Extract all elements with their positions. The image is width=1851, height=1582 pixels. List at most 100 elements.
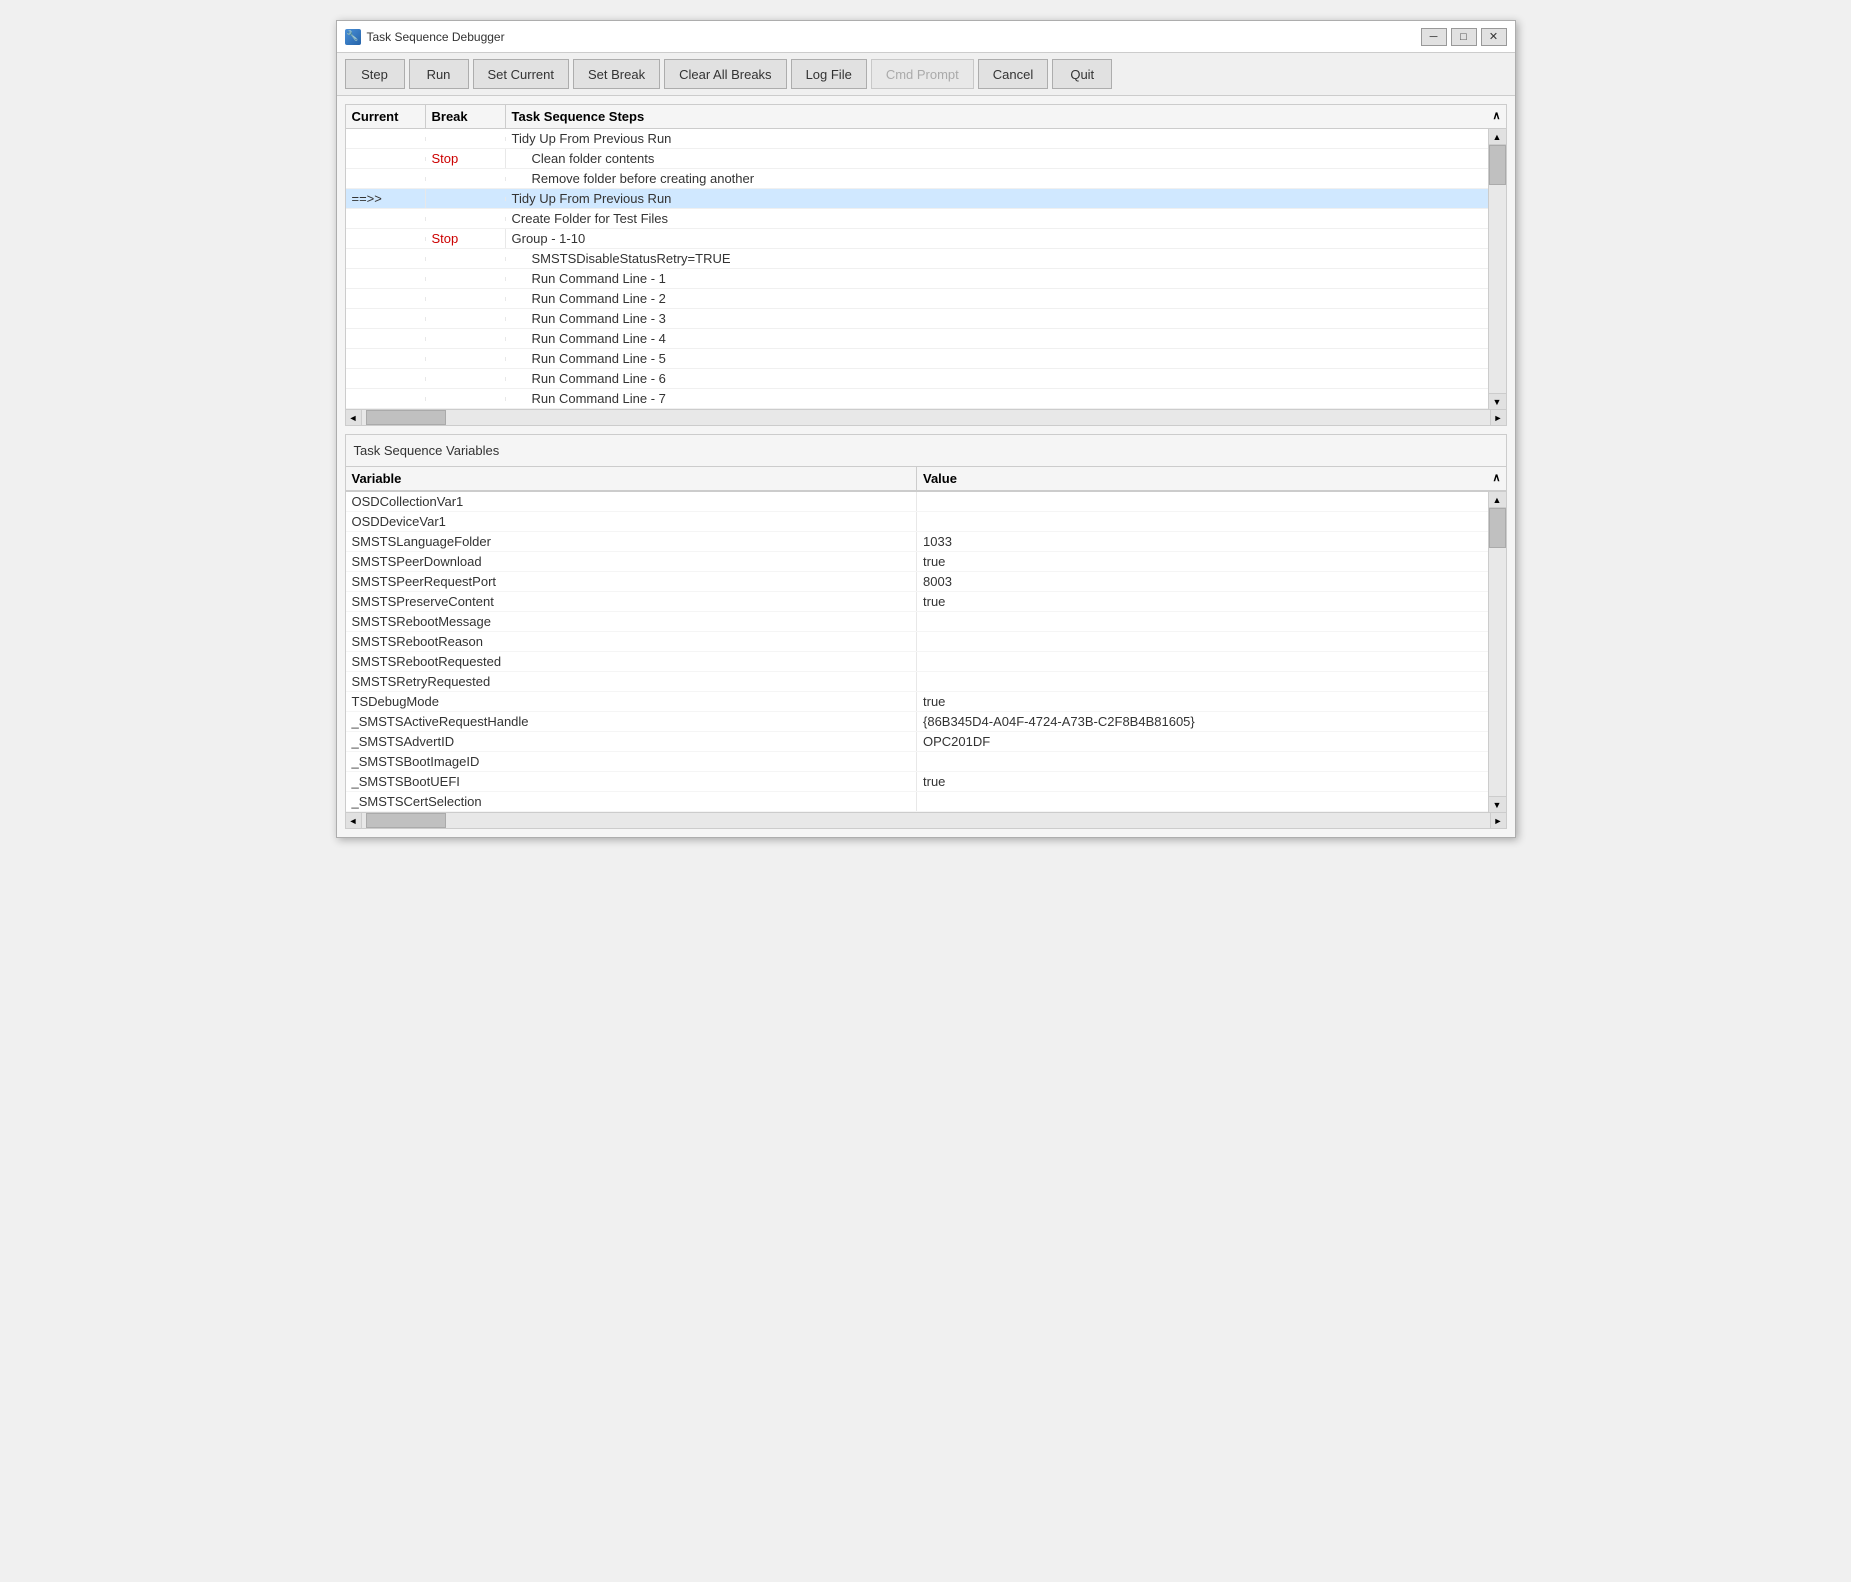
log-file-button[interactable]: Log File: [791, 59, 867, 89]
var-hscroll-thumb[interactable]: [366, 813, 446, 828]
clear-all-breaks-button[interactable]: Clear All Breaks: [664, 59, 786, 89]
row-step-label: Group - 1-10: [506, 229, 1488, 248]
set-current-button[interactable]: Set Current: [473, 59, 569, 89]
sequence-table-row[interactable]: Run Command Line - 3: [346, 309, 1488, 329]
quit-button[interactable]: Quit: [1052, 59, 1112, 89]
variable-table-row[interactable]: _SMSTSBootUEFItrue: [346, 772, 1488, 792]
variable-table-row[interactable]: SMSTSPeerRequestPort8003: [346, 572, 1488, 592]
col-header-current: Current: [346, 105, 426, 128]
variable-table-row[interactable]: SMSTSRebootMessage: [346, 612, 1488, 632]
seq-hscroll-left-button[interactable]: ◄: [346, 410, 362, 425]
variable-table-row[interactable]: SMSTSPreserveContenttrue: [346, 592, 1488, 612]
variable-table-row[interactable]: _SMSTSAdvertIDOPC201DF: [346, 732, 1488, 752]
variable-table-row[interactable]: _SMSTSCertSelection: [346, 792, 1488, 812]
cancel-button[interactable]: Cancel: [978, 59, 1048, 89]
row-current-indicator: [346, 237, 426, 241]
var-row-name: SMSTSRebootReason: [346, 632, 918, 651]
sequence-table-row[interactable]: StopClean folder contents: [346, 149, 1488, 169]
row-current-indicator: ==>>: [346, 189, 426, 208]
col-header-steps: Task Sequence Steps: [506, 105, 1488, 128]
var-row-name: _SMSTSAdvertID: [346, 732, 918, 751]
var-hscroll-left-button[interactable]: ◄: [346, 813, 362, 828]
variables-horizontal-scrollbar[interactable]: ◄ ►: [346, 812, 1506, 828]
var-row-value: [917, 492, 1488, 511]
sequence-table-row[interactable]: Run Command Line - 5: [346, 349, 1488, 369]
var-row-value: true: [917, 772, 1488, 791]
row-step-label: Run Command Line - 4: [506, 329, 1488, 348]
sequence-table-row[interactable]: Run Command Line - 6: [346, 369, 1488, 389]
row-break-indicator: [426, 337, 506, 341]
sequence-table-row[interactable]: Create Folder for Test Files: [346, 209, 1488, 229]
sequence-table-row[interactable]: StopGroup - 1-10: [346, 229, 1488, 249]
sequence-table-row[interactable]: Run Command Line - 1: [346, 269, 1488, 289]
var-row-name: _SMSTSCertSelection: [346, 792, 918, 811]
row-step-label: Tidy Up From Previous Run: [506, 129, 1488, 148]
seq-hscroll-right-button[interactable]: ►: [1490, 410, 1506, 425]
variable-table-row[interactable]: _SMSTSBootImageID: [346, 752, 1488, 772]
variable-table-row[interactable]: SMSTSRetryRequested: [346, 672, 1488, 692]
sequence-table-row[interactable]: SMSTSDisableStatusRetry=TRUE: [346, 249, 1488, 269]
variable-table-row[interactable]: SMSTSPeerDownloadtrue: [346, 552, 1488, 572]
variables-vertical-scrollbar[interactable]: ▲ ▼: [1488, 492, 1506, 812]
sequence-horizontal-scrollbar[interactable]: ◄ ►: [346, 409, 1506, 425]
var-col-header-scroll: ∧: [1488, 467, 1506, 490]
variables-panel-title: Task Sequence Variables: [346, 435, 1506, 467]
sequence-table-row[interactable]: Run Command Line - 2: [346, 289, 1488, 309]
row-current-indicator: [346, 357, 426, 361]
var-row-value: 8003: [917, 572, 1488, 591]
row-step-label: Run Command Line - 1: [506, 269, 1488, 288]
sequence-table-row[interactable]: Run Command Line - 4: [346, 329, 1488, 349]
row-current-indicator: [346, 277, 426, 281]
seq-hscroll-thumb[interactable]: [366, 410, 446, 425]
row-break-indicator: [426, 297, 506, 301]
var-row-value: {86B345D4-A04F-4724-A73B-C2F8B4B81605}: [917, 712, 1488, 731]
variables-table-body: OSDCollectionVar1OSDDeviceVar1SMSTSLangu…: [346, 492, 1488, 812]
var-scroll-track: [1489, 508, 1506, 796]
set-break-button[interactable]: Set Break: [573, 59, 660, 89]
var-row-value: true: [917, 692, 1488, 711]
close-button[interactable]: ✕: [1481, 28, 1507, 46]
var-scroll-thumb[interactable]: [1489, 508, 1506, 548]
seq-scroll-track: [1489, 145, 1506, 393]
sequence-table-row[interactable]: Run Command Line - 7: [346, 389, 1488, 409]
row-step-label: Run Command Line - 5: [506, 349, 1488, 368]
var-row-value: [917, 512, 1488, 531]
var-row-name: SMSTSRebootRequested: [346, 652, 918, 671]
var-row-value: OPC201DF: [917, 732, 1488, 751]
variable-table-row[interactable]: SMSTSRebootReason: [346, 632, 1488, 652]
minimize-button[interactable]: ─: [1421, 28, 1447, 46]
row-step-label: Clean folder contents: [506, 149, 1488, 168]
sequence-table-row[interactable]: ==>>Tidy Up From Previous Run: [346, 189, 1488, 209]
maximize-button[interactable]: □: [1451, 28, 1477, 46]
title-bar-controls: ─ □ ✕: [1421, 28, 1507, 46]
step-button[interactable]: Step: [345, 59, 405, 89]
variable-table-row[interactable]: OSDDeviceVar1: [346, 512, 1488, 532]
row-current-indicator: [346, 257, 426, 261]
app-icon: 🔧: [345, 29, 361, 45]
variable-table-row[interactable]: SMSTSLanguageFolder1033: [346, 532, 1488, 552]
variable-table-row[interactable]: OSDCollectionVar1: [346, 492, 1488, 512]
var-hscroll-right-button[interactable]: ►: [1490, 813, 1506, 828]
variable-table-row[interactable]: _SMSTSActiveRequestHandle{86B345D4-A04F-…: [346, 712, 1488, 732]
seq-scroll-down-button[interactable]: ▼: [1489, 393, 1506, 409]
sequence-table-row[interactable]: Remove folder before creating another: [346, 169, 1488, 189]
seq-scroll-thumb[interactable]: [1489, 145, 1506, 185]
row-break-indicator: [426, 177, 506, 181]
seq-scroll-up-button[interactable]: ▲: [1489, 129, 1506, 145]
var-row-name: _SMSTSActiveRequestHandle: [346, 712, 918, 731]
var-row-name: SMSTSPreserveContent: [346, 592, 918, 611]
title-bar-left: 🔧 Task Sequence Debugger: [345, 29, 505, 45]
row-step-label: Run Command Line - 6: [506, 369, 1488, 388]
sequence-table-header: Current Break Task Sequence Steps ∧: [346, 105, 1506, 129]
sequence-vertical-scrollbar[interactable]: ▲ ▼: [1488, 129, 1506, 409]
run-button[interactable]: Run: [409, 59, 469, 89]
cmd-prompt-button[interactable]: Cmd Prompt: [871, 59, 974, 89]
row-break-indicator: [426, 377, 506, 381]
var-scroll-down-button[interactable]: ▼: [1489, 796, 1506, 812]
variable-table-row[interactable]: TSDebugModetrue: [346, 692, 1488, 712]
sequence-panel: Current Break Task Sequence Steps ∧ Tidy…: [345, 104, 1507, 426]
sequence-table-row[interactable]: Tidy Up From Previous Run: [346, 129, 1488, 149]
row-step-label: Run Command Line - 7: [506, 389, 1488, 408]
var-scroll-up-button[interactable]: ▲: [1489, 492, 1506, 508]
variable-table-row[interactable]: SMSTSRebootRequested: [346, 652, 1488, 672]
